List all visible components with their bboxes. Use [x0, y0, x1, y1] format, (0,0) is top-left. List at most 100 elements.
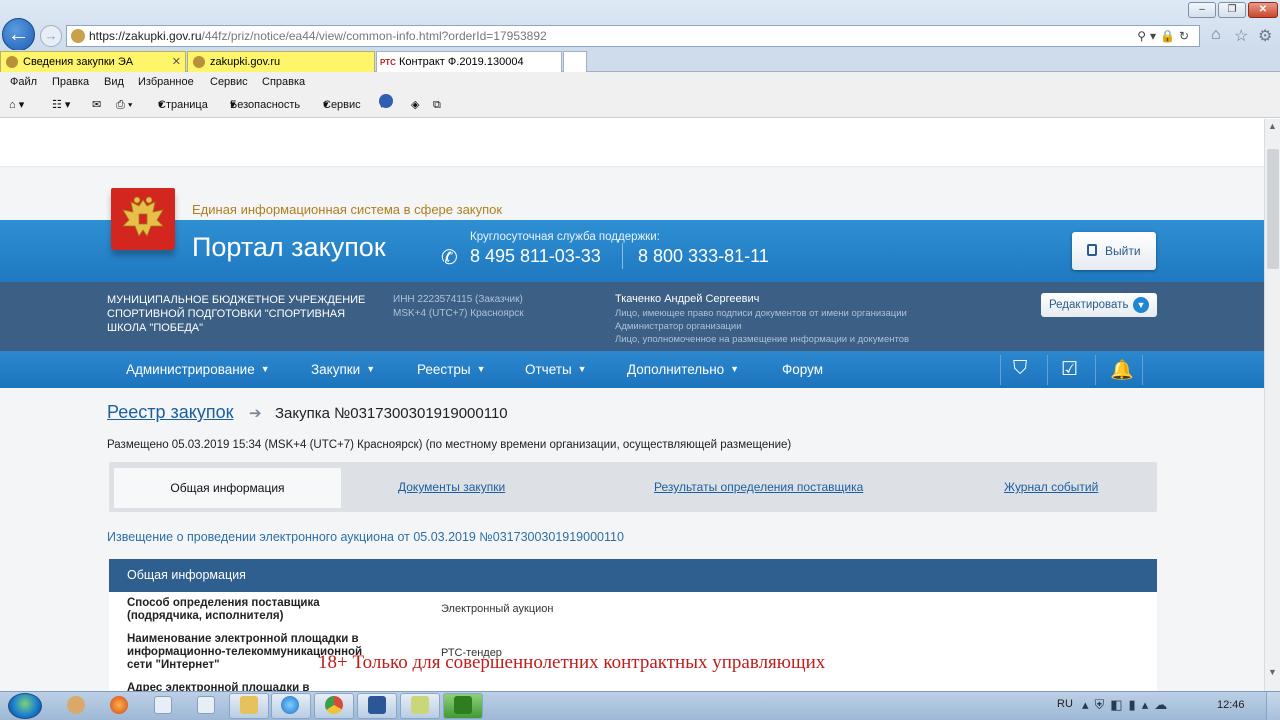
nav-reports[interactable]: Отчеты ▼	[525, 362, 587, 377]
start-button[interactable]	[8, 693, 42, 719]
user-name: Ткаченко Андрей Сергеевич	[615, 293, 760, 305]
caret-down-icon: ▼	[577, 364, 587, 374]
taskbar-app-icon[interactable]	[67, 696, 85, 714]
menu-favorites[interactable]: Избранное	[138, 72, 194, 93]
menu-help[interactable]: Справка	[262, 72, 305, 93]
support-phone-1: 8 495 811-03-33	[470, 246, 601, 266]
safety-menu[interactable]: Безопасность ▾	[230, 94, 300, 116]
new-tab-button[interactable]	[563, 51, 587, 72]
nav-divider	[1047, 355, 1048, 385]
menu-edit[interactable]: Правка	[52, 72, 89, 93]
nav-label: Реестры	[417, 362, 471, 377]
settings-gear-icon[interactable]: ⚙	[1258, 26, 1272, 46]
field-label: Способ определения поставщика (подрядчик…	[127, 597, 320, 622]
nav-label: Закупки	[311, 362, 361, 377]
print-icon[interactable]: ⎙ ▾	[116, 94, 132, 116]
scroll-thumb[interactable]	[1267, 149, 1279, 269]
notes-icon	[411, 696, 429, 714]
tab-label: Контракт Ф.2019.130004	[399, 56, 524, 68]
tab-contract[interactable]: РТС Контракт Ф.2019.130004	[376, 51, 562, 72]
menu-tools[interactable]: Сервис	[210, 72, 248, 93]
page-menu[interactable]: Страница ▾	[158, 94, 208, 116]
tab-general-info[interactable]: Общая информация	[114, 468, 341, 508]
logout-label: Выйти	[1105, 244, 1141, 258]
firefox-icon[interactable]	[110, 696, 128, 714]
maximize-button[interactable]: ❐	[1218, 2, 1246, 18]
nav-divider	[1142, 355, 1143, 385]
close-tab-icon[interactable]: ✕	[172, 52, 181, 72]
edit-button[interactable]: Редактировать ▼	[1041, 293, 1157, 317]
folder-icon	[240, 696, 258, 714]
language-indicator[interactable]: RU	[1057, 698, 1073, 710]
clock[interactable]: 12:46	[1217, 699, 1245, 711]
document-icon[interactable]	[197, 696, 215, 714]
logout-button[interactable]: Выйти	[1072, 232, 1156, 270]
field-label: Адрес электронной площадки в	[127, 682, 310, 691]
overlay-caption: 18+ Только для совершеннолетних контракт…	[318, 652, 826, 673]
system-tray-icons[interactable]: ▴⛨◧▮▴☁	[1082, 697, 1173, 713]
nav-divider	[1000, 355, 1001, 385]
organization-name: МУНИЦИПАЛЬНОЕ БЮДЖЕТНОЕ УЧРЕЖДЕНИЕ СПОРТ…	[107, 294, 366, 334]
emblem-favicon-icon	[193, 56, 205, 68]
caret-down-icon: ▼	[476, 364, 486, 374]
tab-documents[interactable]: Документы закупки	[398, 480, 505, 494]
nav-forum[interactable]: Форум	[782, 362, 823, 377]
show-desktop-button[interactable]	[1266, 692, 1280, 720]
coat-of-arms-icon[interactable]	[111, 188, 175, 250]
nav-additional[interactable]: Дополнительно ▼	[627, 362, 739, 377]
breadcrumb-arrow-icon: ➔	[249, 405, 262, 422]
home-icon[interactable]: ⌂	[1211, 26, 1221, 44]
address-search-lock-refresh-icons[interactable]: ⚲▾🔒↻	[1137, 26, 1193, 46]
home-page-icon[interactable]: ⌂ ▾	[9, 94, 24, 116]
address-bar[interactable]: https://zakupki.gov.ru/44fz/priz/notice/…	[66, 25, 1200, 47]
nav-registries[interactable]: Реестры ▼	[417, 362, 486, 377]
user-role: Администратор организации	[615, 321, 742, 332]
nav-purchases[interactable]: Закупки ▼	[311, 362, 375, 377]
help-icon[interactable]: ▾	[379, 94, 393, 116]
tools-menu-label: Сервис	[323, 99, 361, 111]
tools-menu[interactable]: Сервис ▾	[323, 94, 361, 116]
chevron-down-icon: ▼	[1133, 297, 1149, 313]
portal-title[interactable]: Портал закупок	[192, 232, 386, 263]
scroll-up-icon[interactable]: ▲	[1268, 121, 1277, 131]
safety-menu-label: Безопасность	[230, 99, 301, 111]
research-icon[interactable]: ◈	[411, 94, 419, 116]
url-path: /44fz/priz/notice/ea44/view/common-info.…	[201, 29, 547, 43]
notifications-bell-icon[interactable]: 🔔	[1110, 358, 1134, 382]
calendar-icon[interactable]: ☑	[1061, 358, 1078, 381]
command-bar: ⌂ ▾ ☷ ▾ ✉ ⎙ ▾ Страница ▾ Безопасность ▾ …	[0, 94, 1280, 118]
nav-label: Отчеты	[525, 362, 572, 377]
vertical-scrollbar[interactable]: ▲ ▼	[1264, 119, 1280, 691]
close-window-button[interactable]: ✕	[1248, 2, 1278, 18]
lock-icon	[1087, 244, 1097, 256]
user-role: Лицо, уполномоченное на размещение инфор…	[615, 334, 910, 345]
tab-purchase-info[interactable]: Сведения закупки ЭА ✕	[0, 51, 186, 72]
tab-zakupki[interactable]: zakupki.gov.ru	[187, 51, 375, 72]
rts-favicon-icon: РТС	[380, 58, 396, 67]
site-favicon-icon	[71, 29, 85, 43]
forward-button[interactable]: →	[40, 25, 62, 47]
menu-bar: Файл Правка Вид Избранное Сервис Справка	[0, 72, 1280, 94]
favorites-star-icon[interactable]: ☆	[1234, 26, 1248, 46]
scroll-down-icon[interactable]: ▼	[1268, 667, 1277, 677]
breadcrumb-registry-link[interactable]: Реестр закупок	[107, 402, 233, 423]
tab-supplier-results[interactable]: Результаты определения поставщика	[654, 480, 863, 494]
emblem-favicon-icon	[6, 56, 18, 68]
support-label: Круглосуточная служба поддержки:	[470, 231, 660, 243]
tab-event-log[interactable]: Журнал событий	[1004, 480, 1098, 494]
menu-file[interactable]: Файл	[10, 72, 37, 93]
page-menu-label: Страница	[158, 99, 208, 111]
mail-icon[interactable]: ✉	[92, 94, 101, 116]
system-name: Единая информационная система в сфере за…	[192, 202, 503, 217]
tab-label: Сведения закупки ЭА	[23, 56, 134, 68]
minimize-button[interactable]: –	[1188, 2, 1216, 18]
nav-divider	[1095, 355, 1096, 385]
translate-icon[interactable]: ⧉	[433, 94, 441, 116]
document-icon[interactable]	[154, 696, 172, 714]
rss-feed-icon[interactable]: ☷ ▾	[52, 94, 70, 116]
nav-administration[interactable]: Администрирование ▼	[126, 362, 270, 377]
menu-view[interactable]: Вид	[104, 72, 124, 93]
back-button[interactable]: ←	[2, 18, 35, 51]
support-phone-2: 8 800 333-81-11	[638, 246, 769, 266]
shield-icon[interactable]: ⛉	[1013, 358, 1027, 380]
